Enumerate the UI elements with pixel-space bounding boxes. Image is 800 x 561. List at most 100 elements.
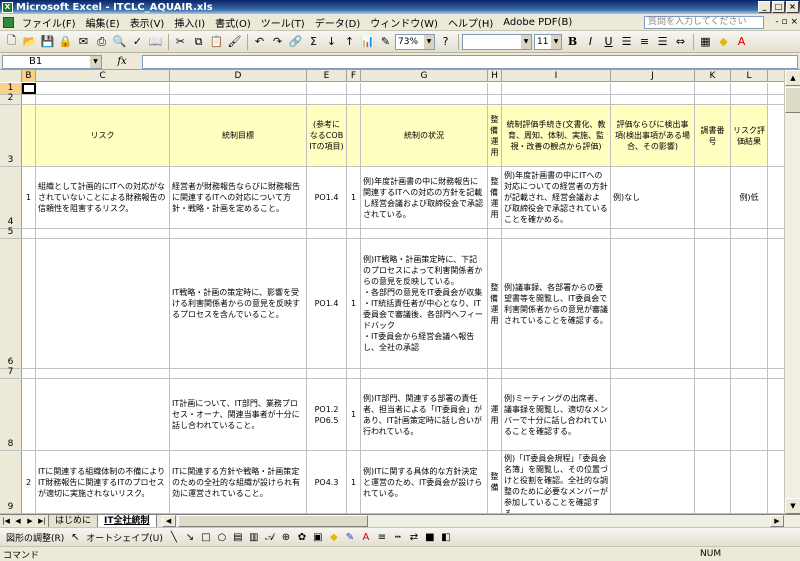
email-icon[interactable]: ✉ xyxy=(75,33,92,50)
cell[interactable] xyxy=(611,95,695,104)
cell[interactable] xyxy=(611,451,695,513)
line-icon[interactable]: ╲ xyxy=(166,530,182,545)
cell[interactable] xyxy=(307,83,347,94)
menu-adobe-pdf[interactable]: Adobe PDF(B) xyxy=(498,17,577,28)
cell-evaluation-procedure[interactable]: 例)議事録、各部署からの要望書等を閲覧し、IT委員会で利害関係者からの意見が審議… xyxy=(502,239,611,368)
name-box[interactable]: B1 ▼ xyxy=(2,54,102,69)
cell-risk[interactable]: 組織として計画的にITへの対応がなされていないことによる財務報告の信頼性を阻害す… xyxy=(36,167,170,228)
new-icon[interactable]: 🗋 xyxy=(3,33,20,50)
scroll-down-icon[interactable]: ▼ xyxy=(785,498,800,514)
merge-center-icon[interactable]: ⇔ xyxy=(672,33,689,50)
cell[interactable] xyxy=(488,229,502,238)
dash-style-icon[interactable]: ┅ xyxy=(390,530,406,545)
header-cell-control-status[interactable]: 統制の状況 xyxy=(361,105,488,166)
cell[interactable] xyxy=(307,369,347,378)
hyperlink-icon[interactable]: 🔗 xyxy=(287,33,304,50)
menu-tools[interactable]: ツール(T) xyxy=(256,15,310,30)
cell[interactable] xyxy=(502,369,611,378)
column-header-k[interactable]: K xyxy=(695,70,731,82)
column-header-j[interactable]: J xyxy=(611,70,695,82)
cell[interactable] xyxy=(36,83,170,94)
cell[interactable] xyxy=(611,229,695,238)
cell-control-objective[interactable]: 経営者が財務報告ならびに財務報告に関連するITへの対応について方針・戦略・計画を… xyxy=(170,167,307,228)
cell[interactable] xyxy=(347,229,361,238)
cell[interactable] xyxy=(488,83,502,94)
spelling-icon[interactable]: ✓ xyxy=(129,33,146,50)
cell[interactable] xyxy=(347,95,361,104)
row-header[interactable]: 7 xyxy=(0,367,22,378)
picture-icon[interactable]: ▣ xyxy=(310,530,326,545)
cell[interactable] xyxy=(170,229,307,238)
cell-no[interactable]: 1 xyxy=(22,167,36,228)
cell[interactable] xyxy=(36,369,170,378)
cell[interactable] xyxy=(307,95,347,104)
fill-color-icon[interactable]: ◆ xyxy=(326,530,342,545)
cell[interactable] xyxy=(488,95,502,104)
cell-design-operation[interactable]: 整備・運用 xyxy=(488,167,502,228)
wordart-icon[interactable]: 𝒜 xyxy=(262,530,278,545)
italic-button[interactable]: I xyxy=(582,33,599,50)
align-center-icon[interactable]: ≡ xyxy=(636,33,653,50)
menu-view[interactable]: 表示(V) xyxy=(125,15,170,30)
next-sheet-icon[interactable]: ▶ xyxy=(24,517,36,525)
cell[interactable] xyxy=(36,95,170,104)
column-header-f[interactable]: F xyxy=(347,70,361,82)
last-sheet-icon[interactable]: ▶| xyxy=(36,517,48,525)
cell[interactable] xyxy=(502,95,611,104)
cell[interactable] xyxy=(695,83,731,94)
header-cell-design-operation[interactable]: 整備・運用 xyxy=(488,105,502,166)
horizontal-scrollbar[interactable]: ◀ ▶ xyxy=(161,515,800,527)
vertical-textbox-icon[interactable]: ▥ xyxy=(246,530,262,545)
cell-risk[interactable]: ITに関連する組織体制の不備によりIT財務報告に関連するITのプロセスが適切に実… xyxy=(36,451,170,513)
cell-cobit[interactable]: PO1.4 xyxy=(307,167,347,228)
cell-evaluation-procedure[interactable]: 例)ミーティングの出席者、議事録を閲覧し、適切なメンバーで十分に話し合われている… xyxy=(502,379,611,450)
cell[interactable] xyxy=(361,229,488,238)
row-header[interactable]: 9 xyxy=(0,451,22,513)
cell-design-operation[interactable]: 整備 xyxy=(488,451,502,513)
header-cell-risk-result[interactable]: リスク評価結果 xyxy=(731,105,768,166)
cell[interactable] xyxy=(502,83,611,94)
cell[interactable] xyxy=(611,379,695,450)
cell[interactable] xyxy=(695,451,731,513)
cell[interactable] xyxy=(170,369,307,378)
cell[interactable] xyxy=(695,95,731,104)
row-header[interactable]: 4 xyxy=(0,167,22,228)
cell[interactable] xyxy=(731,239,768,368)
cell-no[interactable]: 2 xyxy=(22,451,36,513)
copy-icon[interactable]: ⧉ xyxy=(190,33,207,50)
column-header-e[interactable]: E xyxy=(307,70,347,82)
scroll-left-icon[interactable]: ◀ xyxy=(161,515,176,527)
menu-edit[interactable]: 編集(E) xyxy=(81,15,125,30)
cell[interactable] xyxy=(731,369,768,378)
cell[interactable] xyxy=(36,239,170,368)
cell-cobit[interactable]: PO1.2 PO6.5 xyxy=(307,379,347,450)
arrow-style-icon[interactable]: ⇄ xyxy=(406,530,422,545)
cell[interactable] xyxy=(170,95,307,104)
cell[interactable] xyxy=(22,95,36,104)
rectangle-icon[interactable]: □ xyxy=(198,530,214,545)
cell[interactable] xyxy=(611,83,695,94)
redo-icon[interactable]: ↷ xyxy=(269,33,286,50)
menu-file[interactable]: ファイル(F) xyxy=(17,15,81,30)
row-header[interactable]: 3 xyxy=(0,105,22,166)
prev-sheet-icon[interactable]: ◀ xyxy=(12,517,24,525)
header-cell-f[interactable] xyxy=(347,105,361,166)
save-icon[interactable]: 💾 xyxy=(39,33,56,50)
font-size-select[interactable]: 11 ▼ xyxy=(534,33,562,50)
cell[interactable] xyxy=(361,95,488,104)
scroll-up-icon[interactable]: ▲ xyxy=(785,70,800,86)
menu-help[interactable]: ヘルプ(H) xyxy=(443,15,498,30)
column-header-g[interactable]: G xyxy=(361,70,488,82)
cell[interactable] xyxy=(361,369,488,378)
close-button[interactable]: × xyxy=(786,1,799,13)
cell[interactable] xyxy=(22,379,36,450)
cell[interactable] xyxy=(611,239,695,368)
sort-descending-icon[interactable]: ↑ xyxy=(341,33,358,50)
cell-control-objective[interactable]: IT戦略・計画の策定時に、影響を受ける利害関係者からの意見を反映するプロセスを含… xyxy=(170,239,307,368)
clipart-icon[interactable]: ✿ xyxy=(294,530,310,545)
bold-button[interactable]: B xyxy=(564,33,581,50)
help-icon[interactable]: ? xyxy=(437,33,454,50)
cell-f[interactable]: 1 xyxy=(347,167,361,228)
textbox-icon[interactable]: ▤ xyxy=(230,530,246,545)
select-all-button[interactable] xyxy=(0,70,22,82)
